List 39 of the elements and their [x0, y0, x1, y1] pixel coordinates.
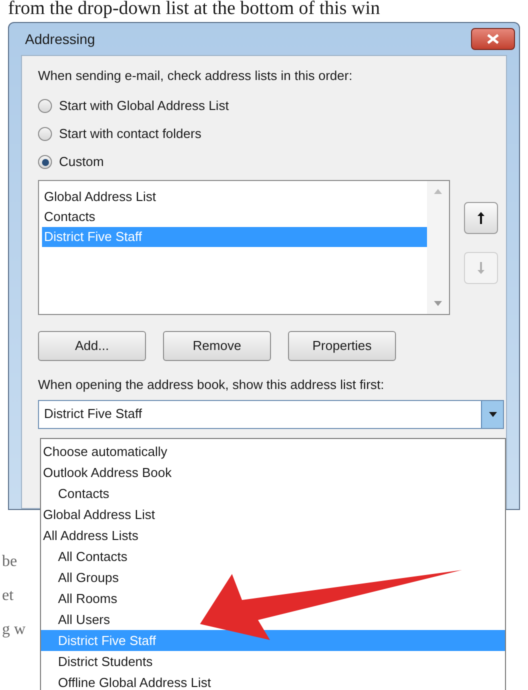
page-text: g w: [2, 620, 26, 640]
dropdown-item[interactable]: Choose automatically: [41, 441, 505, 462]
dialog-button[interactable]: Remove: [163, 331, 271, 361]
close-button[interactable]: [471, 28, 515, 50]
dropdown-item[interactable]: Contacts: [41, 483, 505, 504]
dropdown-item[interactable]: Global Address List: [41, 504, 505, 525]
first-list-label: When opening the address book, show this address list first:: [38, 376, 386, 394]
window-title: Addressing: [25, 30, 96, 49]
radio-label: Start with Global Address List: [59, 97, 229, 116]
dialog-button[interactable]: Properties: [288, 331, 396, 361]
dropdown-item[interactable]: All Contacts: [41, 546, 505, 567]
radio-label: Start with contact folders: [59, 125, 202, 144]
radio-button[interactable]: [38, 99, 52, 113]
list-item[interactable]: Contacts: [42, 207, 427, 227]
scroll-up-icon: [434, 189, 442, 194]
order-label: When sending e-mail, check address lists in this order:: [38, 67, 354, 85]
radio-button[interactable]: [38, 127, 52, 141]
move-up-button[interactable]: [464, 202, 498, 234]
scroll-down-icon: [434, 301, 442, 306]
dropdown-item[interactable]: Offline Global Address List: [41, 672, 505, 690]
close-icon: [487, 34, 499, 44]
down-arrow-icon: [477, 261, 485, 275]
scrollbar[interactable]: [427, 181, 449, 314]
dropdown-item[interactable]: All Rooms: [41, 588, 505, 609]
radio-label: Custom: [59, 153, 104, 172]
dialog-button[interactable]: Add...: [38, 331, 146, 361]
page-text: be: [2, 552, 18, 572]
dropdown-item[interactable]: All Users: [41, 609, 505, 630]
radio-button[interactable]: [38, 155, 52, 169]
address-list-combo[interactable]: District Five Staff: [38, 400, 504, 428]
dropdown-item[interactable]: Outlook Address Book: [41, 462, 505, 483]
page-text: from the drop-down list at the bottom of this win: [7, 0, 382, 21]
dropdown-item[interactable]: All Groups: [41, 567, 505, 588]
dropdown-item[interactable]: District Students: [41, 651, 505, 672]
list-item[interactable]: Global Address List: [42, 187, 427, 207]
up-arrow-icon: [477, 211, 485, 225]
page-text: et: [2, 586, 14, 606]
dropdown-item[interactable]: All Address Lists: [41, 525, 505, 546]
dropdown-caret-icon: [488, 412, 496, 416]
